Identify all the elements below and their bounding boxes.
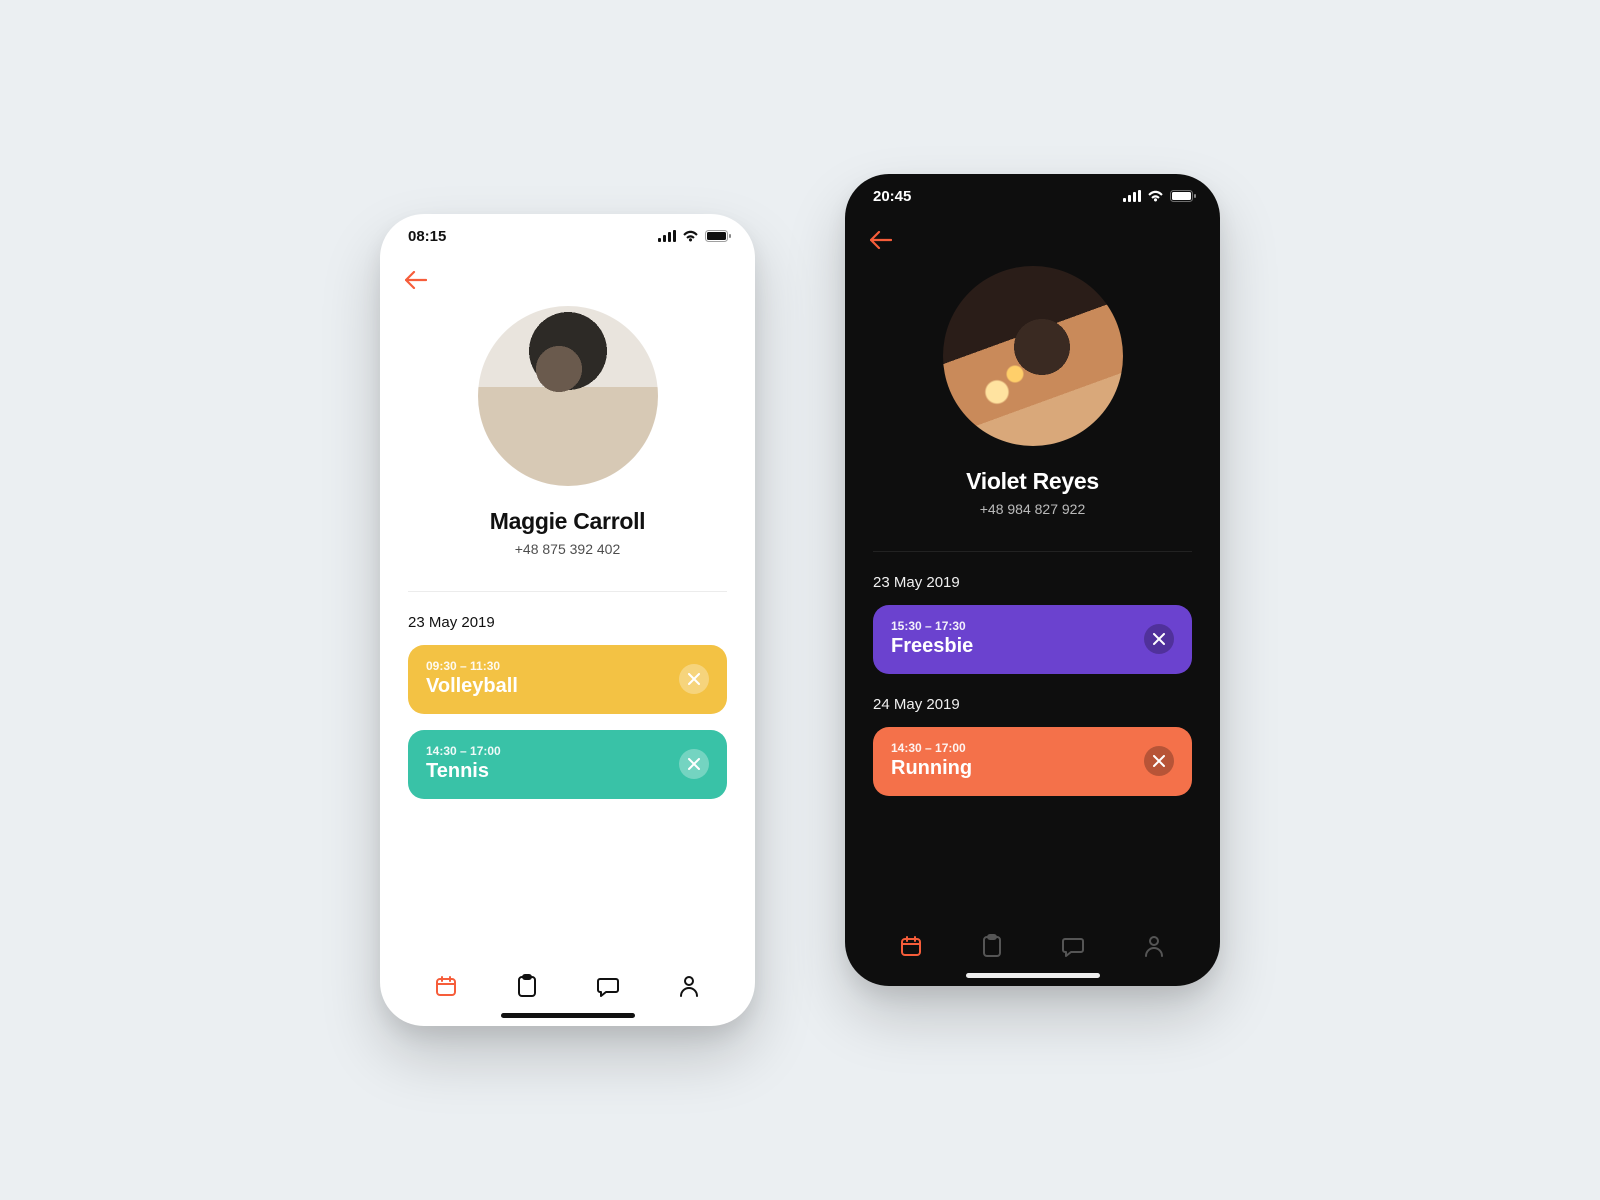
profile-phone: +48 875 392 402 <box>515 541 621 557</box>
event-time: 14:30 – 17:00 <box>426 744 501 758</box>
close-icon <box>1153 633 1165 645</box>
date-label: 24 May 2019 <box>873 696 1192 713</box>
tab-clipboard[interactable] <box>976 930 1008 962</box>
calendar-icon <box>435 975 457 997</box>
home-indicator <box>501 1013 635 1018</box>
event-info: 09:30 – 11:30 Volleyball <box>426 659 518 698</box>
close-icon <box>1153 755 1165 767</box>
tab-calendar[interactable] <box>430 970 462 1002</box>
date-label: 23 May 2019 <box>408 614 727 631</box>
back-button[interactable] <box>402 266 430 294</box>
close-icon <box>688 758 700 770</box>
event-title: Freesbie <box>891 635 973 658</box>
tab-clipboard[interactable] <box>511 970 543 1002</box>
status-indicators <box>658 230 731 242</box>
wifi-icon <box>1147 190 1164 202</box>
calendar-icon <box>900 935 922 957</box>
arrow-left-icon <box>405 271 427 289</box>
phone-dark: 20:45 Violet Reyes +48 984 827 922 23 Ma… <box>845 174 1220 986</box>
user-icon <box>1144 935 1164 957</box>
cellular-icon <box>658 230 676 242</box>
event-card[interactable]: 15:30 – 17:30 Freesbie <box>873 605 1192 674</box>
status-time: 08:15 <box>408 228 446 245</box>
profile-name: Violet Reyes <box>966 468 1099 495</box>
tab-profile[interactable] <box>673 970 705 1002</box>
nav <box>380 258 755 298</box>
remove-event-button[interactable] <box>679 664 709 694</box>
content: 23 May 2019 09:30 – 11:30 Volleyball 14:… <box>380 592 755 954</box>
clipboard-icon <box>982 934 1002 958</box>
event-time: 15:30 – 17:30 <box>891 619 973 633</box>
event-card[interactable]: 14:30 – 17:00 Tennis <box>408 730 727 799</box>
event-info: 14:30 – 17:00 Tennis <box>426 744 501 783</box>
avatar[interactable] <box>943 266 1123 446</box>
chat-icon <box>597 975 619 997</box>
event-time: 09:30 – 11:30 <box>426 659 518 673</box>
wifi-icon <box>682 230 699 242</box>
remove-event-button[interactable] <box>1144 746 1174 776</box>
remove-event-button[interactable] <box>1144 624 1174 654</box>
tab-calendar[interactable] <box>895 930 927 962</box>
content: 23 May 2019 15:30 – 17:30 Freesbie 24 Ma… <box>845 552 1220 914</box>
status-bar: 20:45 <box>845 174 1220 218</box>
event-title: Volleyball <box>426 675 518 698</box>
battery-icon <box>1170 190 1196 202</box>
event-title: Tennis <box>426 760 501 783</box>
event-info: 15:30 – 17:30 Freesbie <box>891 619 973 658</box>
battery-icon <box>705 230 731 242</box>
arrow-left-icon <box>870 231 892 249</box>
event-card[interactable]: 14:30 – 17:00 Running <box>873 727 1192 796</box>
date-label: 23 May 2019 <box>873 574 1192 591</box>
user-icon <box>679 975 699 997</box>
profile: Maggie Carroll +48 875 392 402 <box>380 298 755 575</box>
chat-icon <box>1062 935 1084 957</box>
tab-chat[interactable] <box>592 970 624 1002</box>
status-indicators <box>1123 190 1196 202</box>
avatar[interactable] <box>478 306 658 486</box>
cellular-icon <box>1123 190 1141 202</box>
tab-chat[interactable] <box>1057 930 1089 962</box>
tab-profile[interactable] <box>1138 930 1170 962</box>
status-time: 20:45 <box>873 188 911 205</box>
home-indicator <box>966 973 1100 978</box>
nav <box>845 218 1220 258</box>
event-title: Running <box>891 757 972 780</box>
status-bar: 08:15 <box>380 214 755 258</box>
profile-name: Maggie Carroll <box>490 508 646 535</box>
phone-light: 08:15 Maggie Carroll +48 875 392 402 23 … <box>380 214 755 1026</box>
profile-phone: +48 984 827 922 <box>980 501 1086 517</box>
event-time: 14:30 – 17:00 <box>891 741 972 755</box>
remove-event-button[interactable] <box>679 749 709 779</box>
back-button[interactable] <box>867 226 895 254</box>
event-info: 14:30 – 17:00 Running <box>891 741 972 780</box>
clipboard-icon <box>517 974 537 998</box>
event-card[interactable]: 09:30 – 11:30 Volleyball <box>408 645 727 714</box>
close-icon <box>688 673 700 685</box>
profile: Violet Reyes +48 984 827 922 <box>845 258 1220 535</box>
